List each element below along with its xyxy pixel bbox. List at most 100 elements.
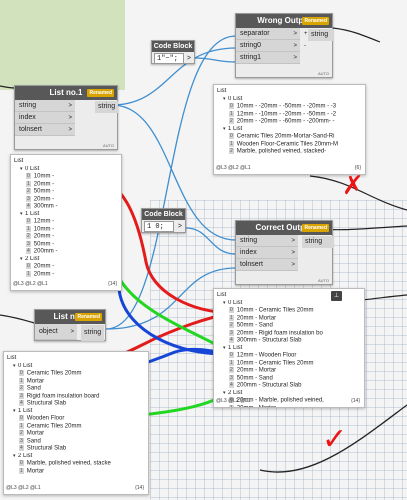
list-group[interactable]: ▾ 0 List: [14, 166, 119, 174]
item-text: 2 List: [228, 389, 243, 396]
list-group[interactable]: ▾ 1 List: [217, 126, 363, 134]
item-text: 20mm - Rigid foam insulation bo: [236, 330, 323, 337]
list-levels: @L3 @L2 @L1: [216, 165, 251, 171]
index-badge: 4: [26, 248, 31, 254]
item-text: 0 List: [25, 165, 40, 172]
list-group[interactable]: ▾ 0 List: [217, 96, 363, 104]
input-port-string1[interactable]: string1 >: [236, 52, 300, 64]
list-item: 0 10mm - Ceramic Tiles 20mm: [217, 307, 362, 315]
list-group[interactable]: ▾ 2 List: [217, 390, 362, 398]
input-port-string0[interactable]: string0 >: [236, 40, 300, 52]
list-group[interactable]: ▾ 1 List: [7, 408, 146, 416]
input-port-string[interactable]: string >: [236, 235, 298, 247]
item-text: Structural Slab: [26, 400, 67, 407]
port-label: tolnsert: [240, 261, 263, 268]
index-badge: 0: [19, 460, 24, 466]
item-text: Ceramic Tiles 20mm-Mortar-Sand-Ri: [236, 133, 335, 140]
list2-node[interactable]: List no.2 Renamed object > string: [34, 309, 106, 341]
list-group[interactable]: List: [217, 292, 362, 300]
code-input[interactable]: 1 0;: [144, 221, 174, 232]
output-port-string[interactable]: string: [95, 101, 119, 113]
item-text: Marble, polished veined, stacke: [26, 460, 111, 467]
index-badge: 0: [19, 415, 24, 421]
item-text: 20mm -: [33, 181, 55, 188]
item-text: 0 List: [228, 95, 243, 102]
lacing-label: AUTO: [317, 71, 329, 76]
input-port-toinsert[interactable]: tolnsert >: [236, 259, 298, 271]
port-label: separator: [240, 30, 270, 37]
input-port-toinsert[interactable]: tolnsert >: [15, 124, 75, 136]
renamed-badge: Renamed: [87, 89, 114, 97]
output-port-arrow[interactable]: >: [187, 53, 191, 64]
code-input[interactable]: 1"~";: [154, 53, 184, 64]
list-group[interactable]: ▾ 2 List: [14, 256, 119, 264]
dynamo-canvas[interactable]: Wrong Output Renamed separator > string0 >…: [0, 0, 407, 500]
correct-output-preview[interactable]: ⊥ List ▾ 0 List 0 10mm - Ceramic Tiles 20mm 1…: [213, 288, 365, 408]
add-port-icon[interactable]: +: [304, 31, 308, 37]
list-levels: @L3 @L2 @L1: [6, 485, 41, 491]
index-badge: 1: [26, 180, 31, 187]
list-item: 0 Ceramic Tiles 20mm-Mortar-Sand-Ri: [217, 133, 363, 141]
code-block-mid-node[interactable]: Code Block 1 0; >: [141, 208, 186, 233]
list-group[interactable]: ▾ 2 List: [7, 453, 146, 461]
list-item: 2 Marble, polished veined, stacked-: [217, 148, 363, 156]
list1-node[interactable]: List no.1 Renamed string > index > tolnser…: [14, 85, 119, 150]
list-item: 3 20mm - Rigid foam insulation bo: [217, 329, 362, 338]
list-group[interactable]: ▾ 1 List: [14, 211, 119, 219]
index-badge: 3: [26, 195, 31, 202]
list2-preview[interactable]: List ▾ 0 List 0 Ceramic Tiles 20mm 1 Mortar 2 Sa…: [3, 351, 149, 495]
list-item: 4 Structural Slab: [7, 445, 146, 453]
list-item: 1 20mm -: [14, 180, 119, 189]
list-item: 1 10mm -: [14, 225, 119, 234]
list-group[interactable]: ▾ 0 List: [7, 363, 146, 371]
list1-preview[interactable]: List ▾ 0 List 0 10mm -1 20mm -2 50mm -3 20mm -4…: [10, 154, 122, 291]
list-group[interactable]: ▾ 0 List: [217, 300, 362, 308]
item-text: 20mm - -20mm - -60mm - -200mm- -: [236, 118, 335, 125]
output-port-arrow[interactable]: >: [178, 221, 182, 232]
index-badge: 1: [19, 377, 24, 384]
chevron-right-icon: >: [291, 262, 295, 268]
index-badge: 4: [19, 400, 24, 406]
item-text: 10mm - Ceramic Tiles 20mm: [236, 307, 314, 314]
list-group[interactable]: List: [217, 88, 363, 96]
index-badge: 2: [19, 385, 24, 391]
index-badge: 1: [26, 270, 31, 277]
code-block-top-node[interactable]: Code Block 1"~"; >: [151, 40, 195, 64]
wrong-output-preview[interactable]: List ▾ 0 List 0 10mm - -20mm - -50mm - -20mm…: [213, 84, 366, 175]
list-group[interactable]: List: [14, 158, 119, 166]
input-port-index[interactable]: index >: [15, 112, 75, 124]
input-port-object[interactable]: object >: [35, 324, 77, 340]
item-text: Marble, polished veined, stacked-: [236, 148, 327, 155]
input-port-separator[interactable]: separator >: [236, 28, 300, 40]
list-item: 1 12mm - -10mm - -20mm - -50mm - -2: [217, 110, 363, 119]
output-port-string[interactable]: string: [81, 325, 105, 341]
index-badge: 1: [26, 225, 31, 232]
item-text: 1 List: [25, 210, 40, 217]
input-port-index[interactable]: index >: [236, 247, 298, 259]
item-text: Mortar: [26, 378, 45, 385]
wrong-output-node[interactable]: Wrong Output Renamed separator > string0 >…: [235, 13, 334, 78]
list-item: 3 20mm -: [14, 195, 119, 204]
item-text: 20mm -: [33, 263, 55, 270]
list-group[interactable]: List: [7, 355, 146, 363]
output-port-string[interactable]: string: [302, 236, 334, 248]
item-text: 12mm - -10mm - -20mm - -50mm - -2: [236, 111, 337, 118]
input-port-string[interactable]: string >: [15, 100, 75, 112]
index-badge: 2: [229, 118, 234, 124]
item-text: List: [217, 292, 227, 298]
index-badge: 2: [229, 367, 234, 373]
list-item: 120mm - Mortar: [217, 314, 362, 323]
port-label: string0: [240, 42, 262, 49]
port-label: index: [19, 114, 36, 121]
list-item: 3 50mm -: [14, 240, 119, 249]
node-title: Correct Output Renamed: [236, 221, 332, 235]
list-group[interactable]: ▾ 1 List: [217, 345, 362, 353]
port-label: string: [240, 237, 258, 244]
port-label: string1: [240, 54, 262, 61]
index-badge: 3: [19, 437, 24, 444]
remove-port-icon[interactable]: -: [304, 43, 306, 49]
output-port-string[interactable]: string: [308, 29, 334, 41]
correct-output-node[interactable]: Correct Output Renamed string > index > to…: [235, 220, 334, 285]
item-text: 20mm -: [33, 233, 55, 240]
item-text: Sand: [26, 385, 41, 392]
